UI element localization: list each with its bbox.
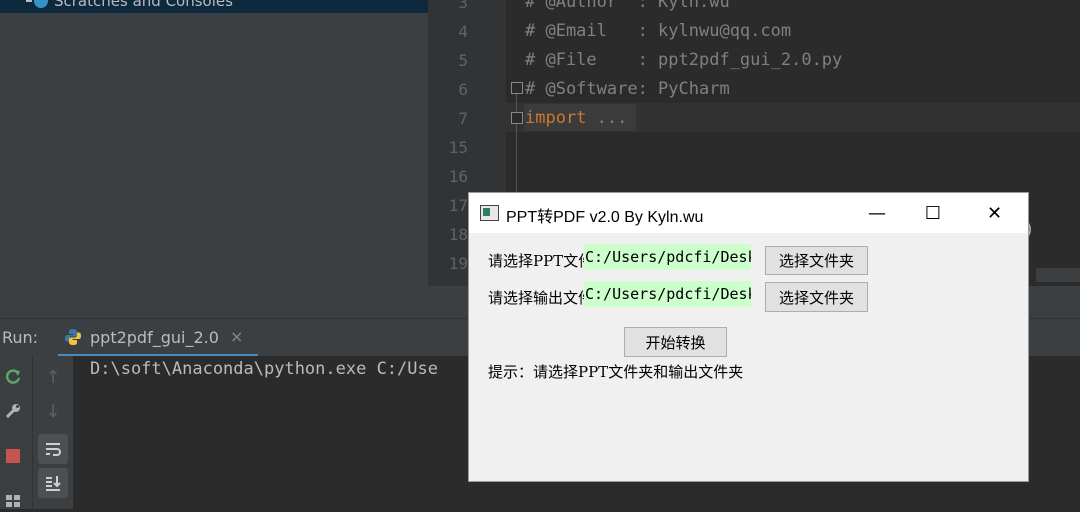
scratches-icon [34, 0, 48, 8]
project-panel: Scratches and Consoles [0, 0, 428, 318]
line-number: 4 [458, 22, 468, 41]
tree-connector [26, 0, 32, 2]
horizontal-scrollbar-thumb[interactable] [1036, 268, 1080, 282]
fold-expand-icon[interactable] [511, 112, 523, 124]
output-folder-path-field[interactable]: C:/Users/pdcfi/Deskt [584, 281, 751, 307]
line-number: 15 [448, 138, 468, 157]
maximize-icon: ☐ [924, 202, 942, 224]
ppt-folder-label: 请选择PPT文件 [488, 252, 584, 270]
window-title: PPT转PDF v2.0 By Kyln.wu [506, 209, 704, 226]
close-tab-icon[interactable]: × [230, 327, 243, 346]
code-line: # @File : ppt2pdf_gui_2.0.py [525, 50, 843, 70]
code-line: # @Author : Kyln.wu [525, 0, 730, 12]
layout-icon[interactable] [0, 486, 26, 512]
stop-icon[interactable] [0, 443, 26, 469]
run-toolbar-secondary: ↑ ↓ [32, 356, 73, 509]
line-number: 5 [458, 51, 468, 70]
console-output-line: D:\soft\Anaconda\python.exe C:/Use [90, 359, 438, 379]
line-number: 3 [458, 0, 468, 12]
arrow-down-icon[interactable]: ↓ [40, 398, 66, 424]
code-line: # @Email : kylnwu@qq.com [525, 21, 792, 41]
output-folder-label: 请选择输出文件 [488, 289, 584, 307]
line-number: 6 [458, 80, 468, 99]
maximize-button[interactable]: ☐ [905, 193, 961, 233]
scratches-row[interactable]: Scratches and Consoles [0, 0, 428, 13]
arrow-up-icon[interactable]: ↑ [40, 364, 66, 390]
line-number: 18 [448, 225, 468, 244]
run-tab-label: ppt2pdf_gui_2.0 [90, 328, 219, 347]
folded-ellipsis[interactable]: ... [586, 108, 628, 128]
code-line: # @Software: PyCharm [525, 79, 730, 99]
line-number: 16 [448, 167, 468, 186]
run-toolbar-primary [0, 356, 32, 509]
close-icon: ✕ [986, 202, 1003, 224]
run-tab[interactable]: ppt2pdf_gui_2.0 × [58, 319, 258, 357]
scratches-label: Scratches and Consoles [54, 0, 233, 10]
minimize-icon: — [868, 202, 886, 224]
fold-end-icon[interactable] [511, 82, 523, 94]
hint-text: 提示：请选择PPT文件夹和输出文件夹 [488, 363, 744, 381]
close-button[interactable]: ✕ [961, 193, 1028, 233]
line-number: 19 [448, 254, 468, 273]
ppt2pdf-window: PPT转PDF v2.0 By Kyln.wu — ☐ ✕ 请选择PPT文件 C… [469, 193, 1028, 481]
line-number: 17 [448, 196, 468, 215]
scroll-to-end-icon[interactable] [38, 468, 68, 498]
line-number: 7 [458, 109, 468, 128]
select-output-folder-button[interactable]: 选择文件夹 [765, 282, 868, 312]
python-icon [65, 329, 81, 345]
minimize-button[interactable]: — [849, 193, 905, 233]
ppt-folder-path-field[interactable]: C:/Users/pdcfi/Deskt [584, 244, 751, 270]
code-line-import: import ... [525, 104, 627, 133]
import-keyword: import [525, 108, 587, 128]
window-titlebar[interactable]: PPT转PDF v2.0 By Kyln.wu — ☐ ✕ [469, 193, 1028, 233]
select-ppt-folder-button[interactable]: 选择文件夹 [765, 246, 868, 275]
soft-wrap-icon[interactable] [38, 434, 68, 464]
run-label: Run: [2, 328, 39, 347]
start-convert-button[interactable]: 开始转换 [624, 327, 727, 357]
app-icon-inner [483, 208, 490, 216]
rerun-icon[interactable] [0, 364, 26, 390]
wrench-icon[interactable] [0, 398, 26, 424]
app-icon [480, 205, 499, 221]
